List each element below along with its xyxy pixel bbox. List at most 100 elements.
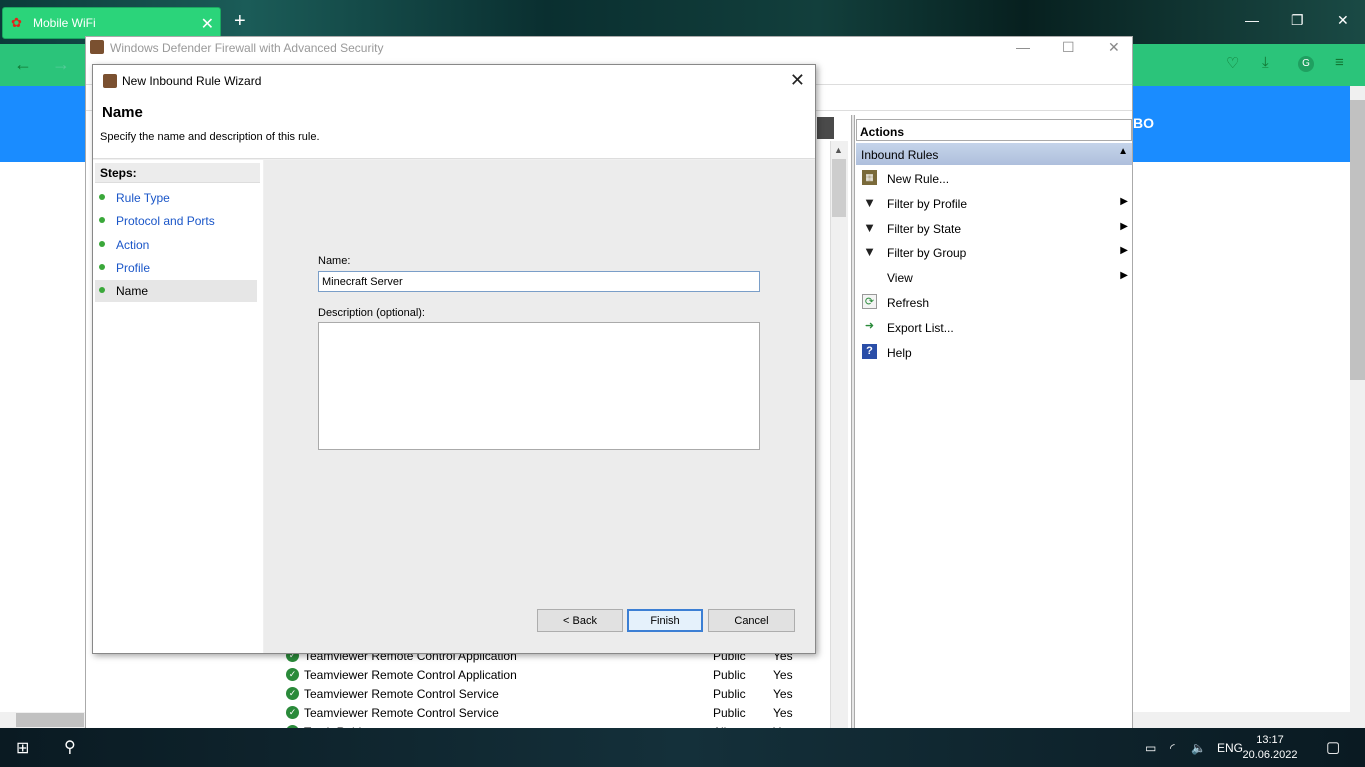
clock-date: 20.06.2022 — [1242, 749, 1298, 761]
back-button[interactable]: < Back — [537, 609, 623, 632]
step-name[interactable]: Name — [95, 280, 257, 303]
clock-time: 13:17 — [1256, 734, 1284, 746]
page-horizontal-scroll-thumb[interactable] — [16, 713, 84, 727]
filter-icon: ▼ — [863, 244, 876, 260]
step-label: Action — [116, 237, 150, 252]
page-heading-fragment: BO — [1133, 115, 1154, 131]
action-filter-by-profile[interactable]: ▼ Filter by Profile ▶ — [856, 192, 1132, 216]
rule-row[interactable]: ✓ Teamviewer Remote Control Service Public… — [276, 685, 826, 704]
rule-row[interactable]: ✓ Teamviewer Remote Control Service Public… — [276, 704, 826, 723]
rule-name: Teamviewer Remote Control Application — [304, 668, 517, 682]
wizard-steps-panel: Steps: Rule Type Protocol and Ports Action… — [93, 160, 263, 653]
step-label: Rule Type — [116, 191, 170, 205]
browser-restore-button[interactable]: ❐ — [1291, 12, 1304, 29]
action-help[interactable]: ? Help — [856, 341, 1132, 365]
actions-header: Actions — [856, 119, 1132, 141]
firewall-title-bar: Windows Defender Firewall with Advanced … — [86, 37, 1132, 59]
rule-name-input[interactable] — [318, 271, 760, 292]
rule-name: Teamviewer Remote Control Service — [304, 687, 499, 701]
step-rule-type[interactable]: Rule Type — [95, 187, 257, 209]
firewall-close-button[interactable]: ✕ — [1108, 39, 1120, 56]
menu-icon[interactable]: ≡ — [1335, 54, 1344, 71]
wizard-title-bar: New Inbound Rule Wizard ✕ — [93, 65, 815, 97]
taskbar-clock[interactable]: 13:17 20.06.2022 — [1240, 733, 1300, 763]
enabled-check-icon: ✓ — [286, 706, 299, 719]
action-label: Export List... — [887, 320, 954, 335]
action-label: Help — [887, 345, 912, 360]
wizard-close-icon[interactable]: ✕ — [790, 70, 805, 91]
rule-name: Teamviewer Remote Control Service — [304, 706, 499, 720]
step-profile[interactable]: Profile — [95, 257, 257, 279]
cancel-button[interactable]: Cancel — [708, 609, 795, 632]
rule-profile: Public — [713, 706, 746, 720]
action-filter-by-state[interactable]: ▼ Filter by State ▶ — [856, 217, 1132, 241]
step-status-icon — [99, 194, 105, 200]
submenu-arrow-icon: ▶ — [1120, 195, 1128, 207]
actions-section-label: Inbound Rules — [861, 148, 939, 162]
tab-close-icon[interactable]: ✕ — [201, 14, 214, 34]
firewall-minimize-button[interactable]: — — [1016, 39, 1030, 55]
actions-section-inbound-rules[interactable]: Inbound Rules ▲ — [856, 143, 1132, 165]
filter-icon: ▼ — [863, 219, 876, 235]
action-refresh[interactable]: ⟳ Refresh — [856, 291, 1132, 315]
step-label: Profile — [116, 260, 151, 275]
step-label: Name — [116, 284, 149, 299]
windows-start-icon[interactable]: ⊞ — [16, 738, 29, 758]
firewall-maximize-button[interactable]: ☐ — [1062, 39, 1075, 56]
action-new-rule[interactable]: ▦ New Rule... — [856, 167, 1132, 191]
action-label: Filter by Group — [887, 246, 967, 261]
steps-header: Steps: — [95, 163, 260, 183]
filter-icon: ▼ — [863, 194, 876, 210]
browser-minimize-button[interactable]: — — [1245, 12, 1259, 28]
download-icon[interactable]: ⤓ — [1262, 54, 1269, 71]
battery-icon[interactable]: ▭ — [1145, 741, 1156, 755]
windows-taskbar: ⊞ ⚲ ▭ ◜ 🔈 ENG ▢ — [0, 728, 1365, 767]
rule-description-input[interactable] — [318, 322, 760, 450]
action-export-list[interactable]: ➜ Export List... — [856, 316, 1132, 340]
notifications-icon[interactable]: ▢ — [1326, 738, 1340, 756]
firewall-app-icon — [90, 40, 104, 54]
help-icon: ? — [862, 343, 877, 359]
refresh-icon: ⟳ — [862, 294, 877, 309]
new-inbound-rule-wizard: New Inbound Rule Wizard ✕ Name Specify t… — [92, 64, 816, 654]
profile-icon[interactable]: G — [1298, 56, 1314, 72]
new-tab-button[interactable]: + — [234, 10, 246, 33]
submenu-arrow-icon: ▶ — [1120, 245, 1128, 257]
rule-enabled: Yes — [773, 668, 793, 682]
new-rule-icon: ▦ — [862, 170, 877, 185]
rules-list-scrollbar[interactable]: ▲ — [830, 141, 848, 754]
rule-profile: Public — [713, 687, 746, 701]
volume-icon[interactable]: 🔈 — [1191, 741, 1206, 755]
enabled-check-icon: ✓ — [286, 687, 299, 700]
rules-list-scroll-thumb[interactable] — [832, 159, 846, 217]
rule-enabled: Yes — [773, 706, 793, 720]
firewall-title: Windows Defender Firewall with Advanced … — [110, 41, 384, 55]
rule-row[interactable]: ✓ Teamviewer Remote Control Application Pu… — [276, 666, 826, 685]
action-view[interactable]: View ▶ — [856, 266, 1132, 290]
browser-close-button[interactable]: ✕ — [1337, 12, 1349, 29]
network-icon[interactable]: ◜ — [1170, 741, 1175, 755]
step-status-icon — [99, 263, 105, 270]
back-button[interactable]: ← — [14, 54, 32, 75]
pocket-icon[interactable]: ♡ — [1226, 54, 1239, 72]
collapse-icon[interactable]: ▲ — [1118, 146, 1128, 157]
submenu-arrow-icon: ▶ — [1120, 220, 1128, 232]
search-icon[interactable]: ⚲ — [64, 737, 76, 757]
step-protocol-and-ports[interactable]: Protocol and Ports — [95, 210, 257, 232]
wizard-header: Name Specify the name and description of… — [93, 97, 815, 159]
action-label: New Rule... — [887, 172, 950, 186]
page-vertical-scroll-thumb[interactable] — [1350, 100, 1365, 380]
export-icon: ➜ — [864, 319, 875, 332]
step-status-icon — [99, 217, 105, 224]
action-filter-by-group[interactable]: ▼ Filter by Group ▶ — [856, 241, 1132, 265]
step-action[interactable]: Action — [95, 234, 257, 256]
firewall-app-icon — [103, 74, 117, 88]
pane-splitter[interactable] — [851, 115, 855, 754]
action-label: Filter by State — [887, 221, 962, 236]
finish-button[interactable]: Finish — [627, 609, 703, 632]
rule-enabled: Yes — [773, 687, 793, 701]
browser-tab[interactable]: ✿ Mobile WiFi ✕ — [2, 7, 221, 39]
forward-button[interactable]: → — [52, 54, 70, 75]
scroll-up-icon[interactable]: ▲ — [834, 145, 843, 155]
rule-profile: Public — [713, 668, 746, 682]
